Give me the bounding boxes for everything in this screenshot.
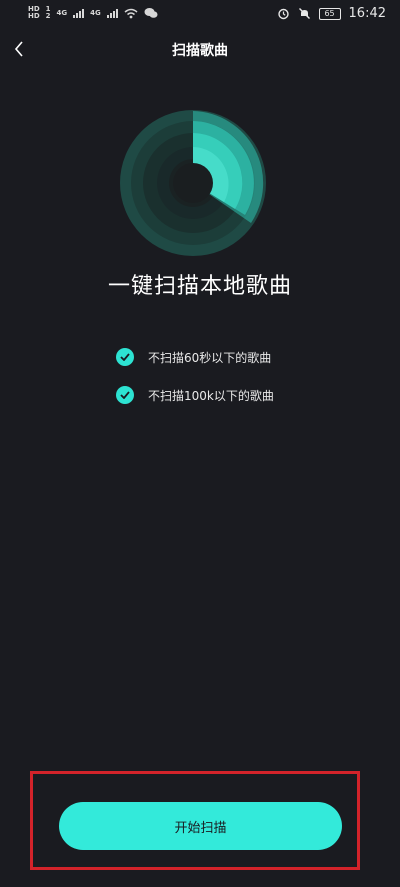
page-title: 扫描歌曲 [172, 43, 228, 59]
battery-icon: 65 [318, 7, 341, 20]
wechat-icon [144, 8, 158, 18]
option-skip-small[interactable]: 不扫描100k以下的歌曲 [116, 384, 274, 406]
net-type-1-label: 4G [56, 8, 68, 17]
option-skip-short[interactable]: 不扫描60秒以下的歌曲 [116, 346, 274, 368]
sim-index: 1 2 [46, 6, 51, 20]
option-label: 不扫描100k以下的歌曲 [148, 388, 274, 403]
scan-songs-screen: HD HD 1 2 4G 4G 65 16:42 扫描歌曲 一键扫描本地歌曲 不… [0, 0, 400, 887]
net-type-2: 4G [90, 8, 101, 17]
hd-label-2: HD [28, 12, 40, 20]
check-icon[interactable] [116, 348, 134, 366]
scan-radar-icon [120, 110, 266, 256]
status-left: HD HD 1 2 4G 4G [28, 6, 158, 20]
wifi-icon [124, 8, 138, 18]
check-icon[interactable] [116, 386, 134, 404]
clock: 16:42 [348, 6, 386, 21]
net-type-2-label: 4G [90, 8, 101, 17]
start-scan-button[interactable]: 开始扫描 [59, 802, 342, 850]
hd-indicator: HD HD [28, 6, 40, 20]
alarm-icon [277, 8, 289, 20]
option-label: 不扫描60秒以下的歌曲 [148, 350, 272, 365]
status-bar: HD HD 1 2 4G 4G 65 16:42 [0, 0, 400, 28]
mute-icon [298, 8, 310, 19]
sim-index-2: 2 [45, 12, 51, 20]
scan-options: 不扫描60秒以下的歌曲 不扫描100k以下的歌曲 [116, 346, 274, 422]
signal-icon-2 [106, 8, 118, 18]
headline: 一键扫描本地歌曲 [107, 274, 292, 299]
net-type-1: 4G [56, 8, 68, 17]
status-right: 65 16:42 [277, 6, 386, 21]
signal-icon [73, 8, 85, 18]
nav-bar: 扫描歌曲 [0, 30, 400, 70]
